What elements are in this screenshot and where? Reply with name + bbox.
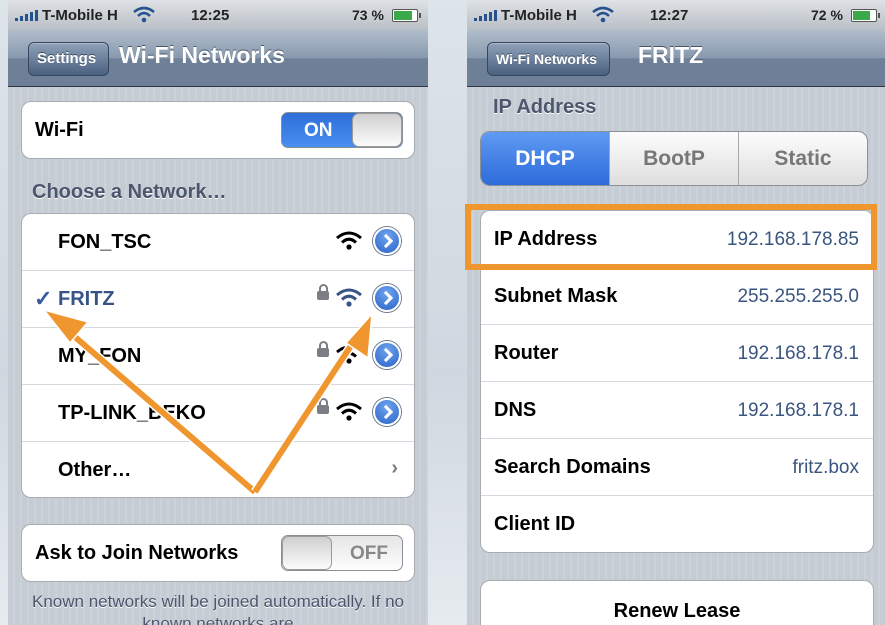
signal-strength-icon [474,9,500,21]
network-name: FON_TSC [58,231,152,253]
battery-percent: 72 % [811,7,843,23]
wifi-status-icon [133,6,155,23]
wifi-status-icon [592,6,614,23]
clock-label: 12:25 [191,7,230,24]
network-details-button[interactable] [373,227,401,255]
carrier-label: T-Mobile H [501,7,577,24]
field-label: Router [494,342,559,364]
network-name: TP-LINK_BEKO [58,402,206,424]
ask-to-join-toggle[interactable]: OFF [281,535,403,571]
network-details-button[interactable] [373,398,401,426]
network-list: FON_TSC ✓ FRITZ MY_FON TP-LINK_BEKO Othe… [21,213,415,498]
wifi-toggle-group: Wi-Fi ON [21,101,415,159]
fritz-network-details-screen: T-Mobile H 12:27 72 % Wi-Fi Networks FRI… [467,0,885,625]
wifi-signal-icon [336,402,362,421]
network-name: MY_FON [58,345,142,367]
field-label: DNS [494,399,537,421]
field-label: Client ID [494,513,576,535]
checkmark-icon: ✓ [34,286,53,311]
network-row-fon-tsc[interactable]: FON_TSC [22,214,414,270]
wifi-signal-icon [336,231,362,250]
choose-network-header: Choose a Network… [32,181,227,203]
wifi-toggle-state: ON [304,120,333,141]
renew-lease-label: Renew Lease [613,600,741,622]
segment-static[interactable]: Static [738,132,867,185]
battery-icon [851,9,880,22]
network-details-button[interactable] [373,341,401,369]
search-domains-row[interactable]: Search Domains fritz.box [481,438,873,495]
lock-icon [317,341,329,357]
other-network-row[interactable]: Other… › [22,441,414,498]
status-bar: T-Mobile H 12:27 72 % [467,0,885,30]
ip-mode-segmented-control: DHCP BootP Static [480,131,868,186]
wifi-toggle[interactable]: ON [281,112,403,148]
known-networks-footer: Known networks will be joined automatica… [32,592,404,625]
navigation-bar: Settings Wi-Fi Networks [8,30,428,87]
navigation-bar: Wi-Fi Networks FRITZ [467,30,885,87]
wifi-label: Wi-Fi [35,119,84,141]
segment-bootp[interactable]: BootP [609,132,738,185]
page-title: Wi-Fi Networks [119,42,285,68]
wifi-signal-icon [336,345,362,364]
ip-address-highlight-box [465,204,877,270]
ask-to-join-group: Ask to Join Networks OFF [21,524,415,582]
field-label: Subnet Mask [494,285,618,307]
dns-row[interactable]: DNS 192.168.178.1 [481,381,873,438]
network-row-fritz[interactable]: ✓ FRITZ [22,270,414,327]
wifi-row: Wi-Fi ON [22,102,414,158]
client-id-row[interactable]: Client ID [481,495,873,552]
router-row: Router 192.168.178.1 [481,324,873,381]
field-label: Search Domains [494,456,651,478]
carrier-label: T-Mobile H [42,7,118,24]
other-label: Other… [58,459,132,481]
settings-back-button[interactable]: Settings [28,42,110,76]
subnet-mask-row: Subnet Mask 255.255.255.0 [481,267,873,324]
status-bar: T-Mobile H 12:25 73 % [8,0,428,30]
lock-icon [317,284,329,300]
network-row-my-fon[interactable]: MY_FON [22,327,414,384]
toggle-knob [282,536,332,570]
clock-label: 12:27 [650,7,689,24]
lock-icon [317,398,329,414]
ask-toggle-state: OFF [350,543,388,564]
ip-address-header: IP Address [493,96,597,118]
wifi-networks-back-button[interactable]: Wi-Fi Networks [487,42,610,76]
toggle-knob [352,113,402,147]
battery-icon [392,9,421,22]
ask-to-join-row: Ask to Join Networks OFF [22,525,414,581]
field-value: 255.255.255.0 [737,286,859,307]
page-title: FRITZ [638,42,704,68]
wifi-signal-icon [336,288,362,307]
renew-lease-button[interactable]: Renew Lease [480,580,874,625]
network-details-button[interactable] [373,284,401,312]
signal-strength-icon [15,9,41,21]
field-value: fritz.box [792,457,859,478]
field-value: 192.168.178.1 [737,400,859,421]
field-value: 192.168.178.1 [737,343,859,364]
network-name: FRITZ [58,288,115,310]
segment-dhcp[interactable]: DHCP [481,132,609,185]
network-row-tp-link-beko[interactable]: TP-LINK_BEKO [22,384,414,441]
ask-to-join-label: Ask to Join Networks [35,542,239,564]
chevron-right-icon: › [391,457,398,479]
battery-percent: 73 % [352,7,384,23]
wifi-networks-screen: T-Mobile H 12:25 73 % Settings Wi-Fi Net… [8,0,428,625]
